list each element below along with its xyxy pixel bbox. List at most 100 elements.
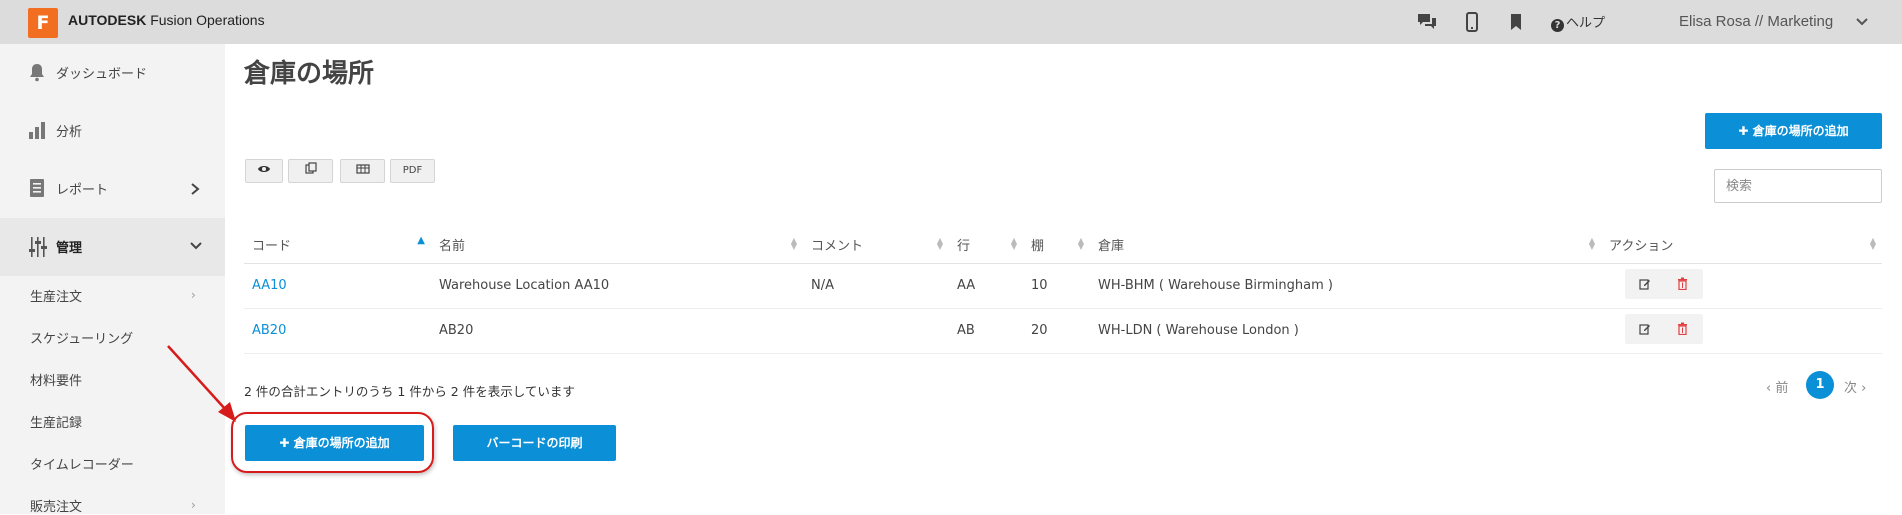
sidebar-item-dashboard[interactable]: ダッシュボード bbox=[0, 44, 225, 102]
pdf-button[interactable]: PDF bbox=[390, 159, 435, 183]
location-shelf: 20 bbox=[1023, 308, 1090, 354]
print-barcode-button[interactable]: バーコードの印刷 bbox=[453, 425, 616, 461]
column-header-label: アクション bbox=[1609, 239, 1674, 255]
column-header-comment[interactable]: コメント ▲ ▼ bbox=[803, 227, 949, 264]
column-header-shelf[interactable]: 棚 ▲ ▼ bbox=[1023, 227, 1090, 264]
location-name: AB20 bbox=[431, 308, 803, 354]
row-actions bbox=[1601, 263, 1882, 309]
mobile-icon[interactable] bbox=[1460, 10, 1484, 34]
column-header-actions[interactable]: アクション ▲ ▼ bbox=[1601, 227, 1882, 264]
pagination-page-current[interactable]: 1 bbox=[1806, 371, 1834, 399]
column-header-label: 名前 bbox=[439, 239, 466, 255]
table-icon bbox=[355, 164, 370, 174]
pagination-next-label: 次 bbox=[1844, 381, 1858, 396]
table-row: AB20 AB20 AB 20 WH-LDN ( Warehouse Londo… bbox=[244, 308, 1882, 354]
chat-icon[interactable] bbox=[1415, 10, 1439, 34]
delete-icon[interactable] bbox=[1677, 322, 1688, 335]
location-comment bbox=[803, 308, 949, 354]
view-columns-button[interactable] bbox=[245, 159, 283, 183]
help-icon: ? bbox=[1551, 19, 1564, 32]
excel-button[interactable] bbox=[340, 159, 385, 183]
brand-name: AUTODESK Fusion Operations bbox=[68, 12, 265, 28]
action-group bbox=[1625, 268, 1703, 299]
sidebar-item-management[interactable]: 管理 bbox=[0, 218, 225, 276]
sidebar-item-reports[interactable]: レポート bbox=[0, 160, 225, 218]
sort-icon: ▲ ▼ bbox=[1077, 236, 1084, 251]
edit-icon[interactable] bbox=[1639, 278, 1651, 290]
location-warehouse: WH-LDN ( Warehouse London ) bbox=[1090, 308, 1601, 354]
plus-icon: ✚ bbox=[1738, 124, 1753, 138]
help-label: ヘルプ bbox=[1566, 16, 1606, 31]
sort-icon: ▲ ▼ bbox=[1869, 236, 1876, 251]
pagination-prev[interactable]: ‹ 前 bbox=[1766, 377, 1788, 396]
sidebar-item-label: 管理 bbox=[56, 241, 83, 256]
add-location-label: 倉庫の場所の追加 bbox=[1752, 124, 1849, 138]
column-header-label: 棚 bbox=[1031, 239, 1045, 255]
action-group bbox=[1625, 313, 1703, 344]
annotation-highlight-circle bbox=[231, 412, 434, 473]
chevron-down-icon[interactable] bbox=[1855, 15, 1869, 29]
help-link[interactable]: ? ヘルプ bbox=[1551, 12, 1605, 32]
report-icon bbox=[30, 179, 44, 197]
column-header-label: コード bbox=[252, 239, 292, 255]
search-input[interactable] bbox=[1714, 169, 1882, 203]
chevron-left-icon: ‹ bbox=[1766, 381, 1776, 396]
location-name: Warehouse Location AA10 bbox=[431, 263, 803, 309]
sidebar-subitem-production-records[interactable]: 生産記録 bbox=[30, 412, 82, 431]
sort-icon: ▲ ▼ bbox=[790, 236, 797, 251]
annotation-arrow-icon bbox=[167, 345, 236, 422]
user-menu[interactable]: Elisa Rosa // Marketing bbox=[1679, 13, 1833, 30]
chevron-right-icon: › bbox=[1857, 381, 1867, 396]
page-title: 倉庫の場所 bbox=[244, 59, 375, 89]
chevron-right-icon bbox=[191, 183, 200, 195]
sort-icon: ▲ ▼ bbox=[1588, 236, 1595, 251]
bell-icon bbox=[30, 64, 44, 82]
eye-icon bbox=[258, 166, 270, 172]
column-header-row[interactable]: 行 ▲ ▼ bbox=[949, 227, 1023, 264]
row-actions bbox=[1601, 308, 1882, 354]
table-header-row: コード ▲ 名前 ▲ ▼ コメント ▲ ▼ 行 ▲ ▼ 棚 ▲ ▼ 倉庫 ▲ ▼ アクション ▲ ▼ bbox=[244, 227, 1882, 264]
chevron-down-icon bbox=[190, 242, 202, 250]
fusion-logo[interactable]: F bbox=[28, 8, 58, 38]
chevron-right-icon: › bbox=[191, 498, 196, 512]
location-row: AA bbox=[949, 263, 1023, 309]
location-code-link[interactable]: AA10 bbox=[252, 278, 287, 293]
sidebar-subitem-material-requirements[interactable]: 材料要件 bbox=[30, 370, 82, 389]
bookmark-icon[interactable] bbox=[1504, 10, 1528, 34]
brand-bold: AUTODESK bbox=[68, 12, 147, 28]
location-warehouse: WH-BHM ( Warehouse Birmingham ) bbox=[1090, 263, 1601, 309]
sidebar-subitem-production-orders[interactable]: 生産注文 bbox=[30, 286, 82, 305]
entries-info: 2 件の合計エントリのうち 1 件から 2 件を表示しています bbox=[244, 384, 575, 399]
delete-icon[interactable] bbox=[1677, 277, 1688, 290]
column-header-code[interactable]: コード ▲ bbox=[244, 227, 431, 264]
sliders-icon bbox=[29, 237, 47, 257]
sidebar-subitem-scheduling[interactable]: スケジューリング bbox=[30, 328, 133, 347]
column-header-warehouse[interactable]: 倉庫 ▲ ▼ bbox=[1090, 227, 1601, 264]
sidebar-item-analytics[interactable]: 分析 bbox=[0, 102, 225, 160]
pagination-prev-label: 前 bbox=[1775, 381, 1789, 396]
sort-icon: ▲ ▼ bbox=[936, 236, 943, 251]
copy-button[interactable] bbox=[288, 159, 333, 183]
location-row: AB bbox=[949, 308, 1023, 354]
sort-icon: ▲ ▼ bbox=[1010, 236, 1017, 251]
column-header-name[interactable]: 名前 ▲ ▼ bbox=[431, 227, 803, 264]
brand-product: Fusion Operations bbox=[146, 12, 265, 28]
sidebar-subitem-time-recorder[interactable]: タイムレコーダー bbox=[30, 454, 134, 473]
chevron-right-icon: › bbox=[191, 288, 196, 302]
location-shelf: 10 bbox=[1023, 263, 1090, 309]
table-row: AA10 Warehouse Location AA10 N/A AA 10 W… bbox=[244, 263, 1882, 309]
edit-icon[interactable] bbox=[1639, 323, 1651, 335]
pagination-next[interactable]: 次 › bbox=[1844, 377, 1866, 396]
column-header-label: 行 bbox=[957, 239, 971, 255]
copy-icon bbox=[304, 162, 317, 174]
location-comment: N/A bbox=[803, 263, 949, 309]
bar-chart-icon bbox=[29, 122, 45, 139]
sidebar-subitem-sales-orders[interactable]: 販売注文 bbox=[30, 496, 82, 515]
sidebar-item-label: レポート bbox=[56, 183, 109, 198]
add-location-button-top[interactable]: ✚ 倉庫の場所の追加 bbox=[1705, 113, 1882, 149]
location-code-link[interactable]: AB20 bbox=[252, 323, 286, 338]
locations-table: コード ▲ 名前 ▲ ▼ コメント ▲ ▼ 行 ▲ ▼ 棚 ▲ ▼ 倉庫 ▲ ▼ アクション ▲ ▼ AA… bbox=[244, 227, 1882, 354]
sort-asc-icon: ▲ bbox=[417, 235, 425, 246]
column-header-label: 倉庫 bbox=[1098, 239, 1125, 255]
sidebar-item-label: ダッシュボード bbox=[56, 67, 148, 82]
